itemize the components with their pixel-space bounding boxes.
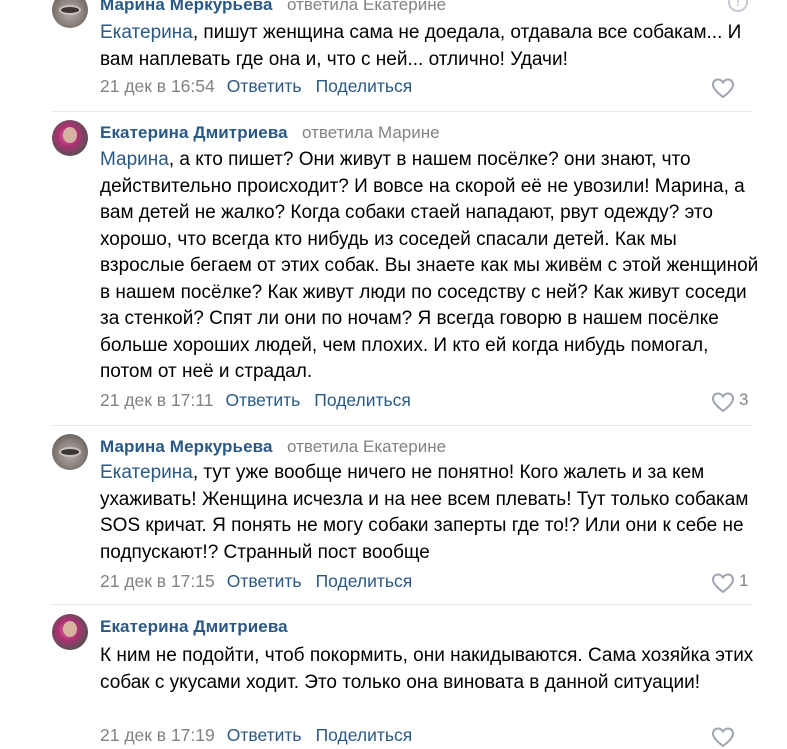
replied-to[interactable]: ответила Марине <box>302 123 440 143</box>
comment-author[interactable]: Екатерина Дмитриева <box>100 123 288 143</box>
reply-button[interactable]: Ответить <box>227 76 302 96</box>
reply-button[interactable]: Ответить <box>227 571 302 591</box>
avatar[interactable] <box>52 434 88 470</box>
heart-outline-icon <box>711 392 735 413</box>
share-button[interactable]: Поделиться <box>314 390 411 410</box>
like-count: 3 <box>739 390 749 409</box>
comment-meta: 21 дек в 17:11 Ответить Поделиться <box>100 390 411 411</box>
reply-button[interactable]: Ответить <box>227 725 302 745</box>
comment-text: Марина, а кто пишет? Они живут в нашем п… <box>100 147 760 386</box>
comment-date[interactable]: 21 дек в 17:11 <box>100 390 213 410</box>
heart-outline-icon <box>711 573 735 594</box>
like-button[interactable]: 1 <box>711 571 751 594</box>
comment-body: , а кто пишет? Они живут в нашем посёлке… <box>100 149 759 382</box>
comment-body: , тут уже вообще ничего не понятно! Кого… <box>100 462 749 563</box>
mention-link[interactable]: Екатерина <box>100 462 193 483</box>
comment-meta: 21 дек в 16:54 Ответить Поделиться <box>100 76 412 97</box>
comment-author[interactable]: Марина Меркурьева <box>100 0 273 15</box>
comment-meta: 21 дек в 17:15 Ответить Поделиться <box>100 571 412 592</box>
avatar[interactable] <box>52 614 88 650</box>
comment-text: К ним не подойти, чтоб покормить, они на… <box>100 643 760 696</box>
heart-outline-icon <box>711 78 735 99</box>
comment-date[interactable]: 21 дек в 16:54 <box>100 76 215 96</box>
mention-link[interactable]: Екатерина <box>100 22 193 43</box>
separator <box>52 604 752 605</box>
heart-outline-icon <box>711 727 735 748</box>
comment-meta: 21 дек в 17:19 Ответить Поделиться <box>100 725 412 746</box>
like-button[interactable]: 3 <box>711 390 751 413</box>
replied-to[interactable]: ответила Екатерине <box>287 437 446 457</box>
separator <box>52 111 752 112</box>
comment-date[interactable]: 21 дек в 17:19 <box>100 725 215 745</box>
comment-text: Екатерина, пишут женщина сама не доедала… <box>100 20 760 73</box>
avatar[interactable] <box>52 120 88 156</box>
share-button[interactable]: Поделиться <box>316 725 413 745</box>
exclamation-circle-icon[interactable]: ! <box>728 0 748 12</box>
mention-link[interactable]: Марина <box>100 149 169 170</box>
reply-button[interactable]: Ответить <box>225 390 300 410</box>
replied-to[interactable]: ответила Екатерине <box>287 0 446 15</box>
comment-author[interactable]: Екатерина Дмитриева <box>100 617 288 637</box>
share-button[interactable]: Поделиться <box>316 571 413 591</box>
comment-body: К ним не подойти, чтоб покормить, они на… <box>100 645 754 693</box>
like-button[interactable] <box>711 725 751 748</box>
comment-date[interactable]: 21 дек в 17:15 <box>100 571 215 591</box>
share-button[interactable]: Поделиться <box>316 76 413 96</box>
comment-author[interactable]: Марина Меркурьева <box>100 437 273 457</box>
comment-body: , пишут женщина сама не доедала, отдавал… <box>100 22 742 70</box>
separator <box>52 425 752 426</box>
comment-text: Екатерина, тут уже вообще ничего не поня… <box>100 460 760 566</box>
avatar[interactable] <box>52 0 88 28</box>
like-count: 1 <box>739 571 749 590</box>
like-button[interactable] <box>711 76 751 99</box>
